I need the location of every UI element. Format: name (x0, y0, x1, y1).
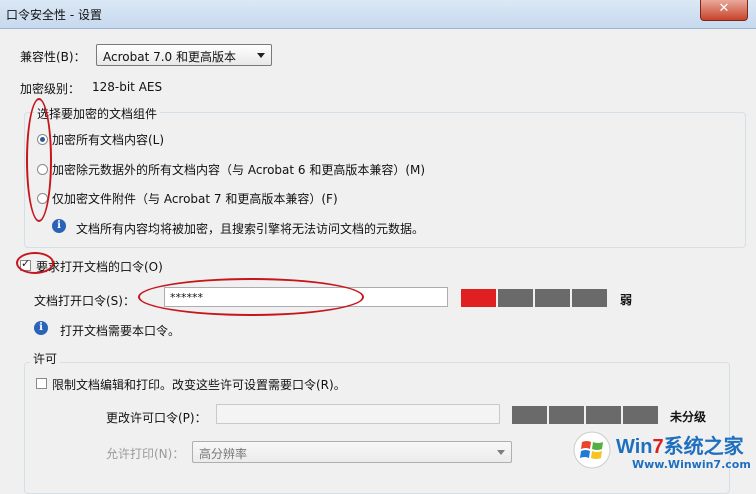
permission-strength-segment-3 (586, 406, 621, 424)
permissions-group-title: 许可 (30, 350, 61, 367)
title-bar (0, 0, 756, 29)
permission-strength-segment-2 (549, 406, 584, 424)
watermark: Win7系统之家 Www.Winwin7.com (572, 428, 752, 478)
compat-select[interactable]: Acrobat 7.0 和更高版本 (96, 44, 272, 66)
require-open-password-label[interactable]: 要求打开文档的口令(O) (36, 258, 163, 275)
allow-print-value: 高分辨率 (199, 447, 248, 461)
windows-logo-icon (573, 431, 611, 469)
permission-strength-segment-1 (512, 406, 547, 424)
strength-segment-4 (572, 289, 607, 307)
annotation-oval-checkbox (16, 252, 54, 274)
permission-strength-text: 未分级 (670, 410, 707, 424)
change-permission-password-input[interactable] (216, 404, 500, 424)
strength-segment-2 (498, 289, 533, 307)
window-title: 口令安全性 - 设置 (6, 8, 102, 22)
watermark-brand-7: 7 (652, 436, 664, 458)
watermark-brand-win: Win (616, 436, 653, 458)
radio-encrypt-all-label[interactable]: 加密所有文档内容(L) (52, 131, 164, 148)
watermark-url: Www.Winwin7.com (632, 458, 751, 471)
strength-segment-1 (461, 289, 496, 307)
change-permission-password-label: 更改许可口令(P)： (106, 411, 207, 425)
allow-print-select[interactable]: 高分辨率 (192, 441, 512, 463)
info-icon: i (52, 219, 66, 233)
permission-strength-segment-4 (623, 406, 658, 424)
radio-encrypt-except-metadata-label[interactable]: 加密除元数据外的所有文档内容（与 Acrobat 6 和更高版本兼容）(M) (52, 161, 425, 178)
chevron-down-icon (497, 450, 505, 455)
compat-value: Acrobat 7.0 和更高版本 (103, 50, 236, 64)
restrict-edit-checkbox[interactable] (36, 378, 47, 389)
open-password-strength-text: 弱 (620, 293, 633, 307)
components-group-title: 选择要加密的文档组件 (34, 105, 161, 122)
close-button[interactable]: ✕ (700, 0, 748, 21)
annotation-oval-password (138, 278, 364, 316)
strength-segment-3 (535, 289, 570, 307)
open-password-info-text: 打开文档需要本口令。 (60, 324, 181, 338)
open-password-label: 文档打开口令(S)： (34, 294, 135, 308)
info-icon: i (34, 321, 48, 335)
annotation-oval-radios (26, 98, 52, 222)
restrict-edit-label[interactable]: 限制文档编辑和打印。改变这些许可设置需要口令(R)。 (52, 376, 346, 393)
radio-encrypt-attachments-label[interactable]: 仅加密文件附件（与 Acrobat 7 和更高版本兼容）(F) (52, 190, 338, 207)
chevron-down-icon (257, 53, 265, 58)
encryption-label: 加密级别： (20, 82, 81, 96)
compat-label: 兼容性(B)： (20, 50, 86, 64)
components-info-text: 文档所有内容均将被加密，且搜索引擎将无法访问文档的元数据。 (76, 222, 425, 236)
allow-print-label: 允许打印(N)： (106, 447, 185, 461)
watermark-brand-cn: 系统之家 (663, 436, 744, 458)
encryption-value: 128-bit AES (92, 80, 163, 94)
